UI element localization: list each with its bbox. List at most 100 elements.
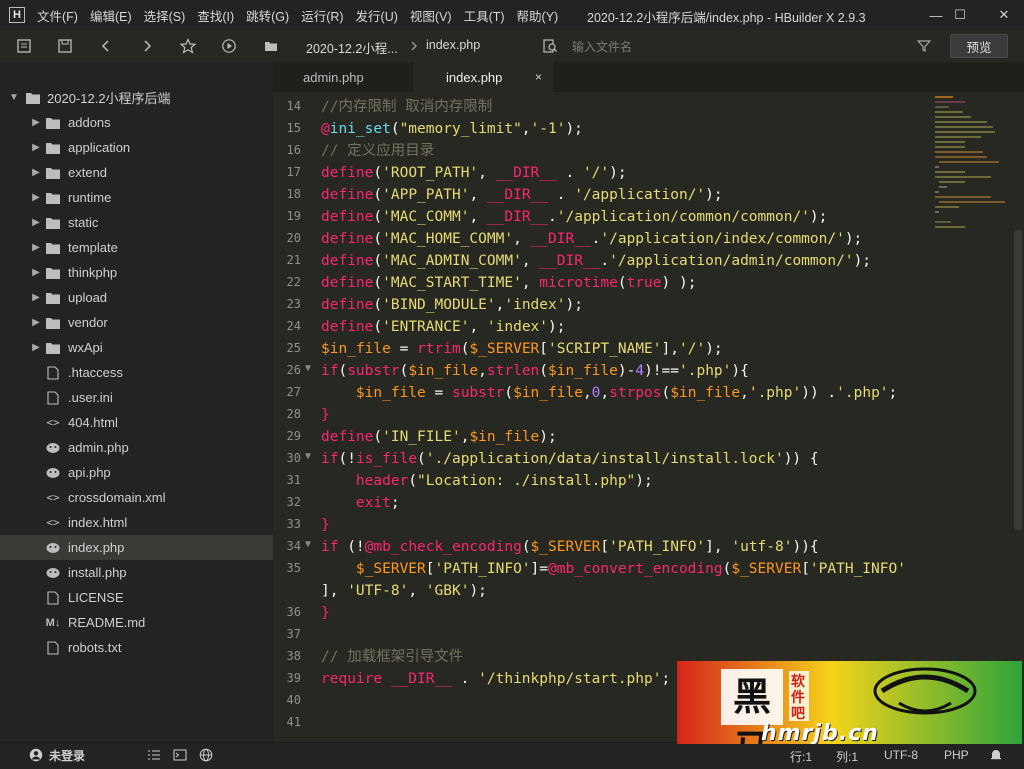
- code-line[interactable]: 16 // 定义应用目录: [273, 140, 933, 162]
- tree-item[interactable]: admin.php: [0, 435, 273, 460]
- code-line[interactable]: ], 'UTF-8', 'GBK');: [273, 580, 933, 602]
- minimap[interactable]: [935, 96, 1015, 231]
- menu-item[interactable]: 跳转(G): [240, 6, 295, 25]
- chevron-right-icon[interactable]: ▶: [31, 342, 41, 353]
- file-encoding[interactable]: UTF-8: [884, 748, 918, 762]
- tree-item[interactable]: ▶ vendor: [0, 310, 273, 335]
- tree-item[interactable]: index.php: [0, 535, 273, 560]
- code-line[interactable]: 21 define('MAC_ADMIN_COMM', __DIR__.'/app…: [273, 250, 933, 272]
- tree-item[interactable]: robots.txt: [0, 635, 273, 660]
- fold-icon[interactable]: ▼: [305, 539, 311, 550]
- code-line[interactable]: 30 ▼ if(!is_file('./application/data/insta…: [273, 448, 933, 470]
- chevron-right-icon[interactable]: ▶: [31, 142, 41, 153]
- save-icon[interactable]: [55, 36, 75, 56]
- cursor-column[interactable]: 列:1: [836, 748, 858, 765]
- code-line[interactable]: 33}: [273, 514, 933, 536]
- chevron-right-icon[interactable]: ▶: [31, 242, 41, 253]
- notification-icon[interactable]: [986, 745, 1006, 765]
- tree-item[interactable]: ▶ application: [0, 135, 273, 160]
- file-search-input[interactable]: [570, 36, 904, 58]
- tree-item[interactable]: ▶ wxApi: [0, 335, 273, 360]
- tree-item[interactable]: <> index.html: [0, 510, 273, 535]
- globe-icon[interactable]: [196, 745, 216, 765]
- chevron-right-icon[interactable]: ▶: [31, 317, 41, 328]
- fold-icon[interactable]: ▼: [305, 363, 311, 374]
- back-icon[interactable]: [96, 36, 116, 56]
- tree-item[interactable]: ▶ template: [0, 235, 273, 260]
- tab-index-php[interactable]: index.php ×: [413, 62, 553, 92]
- code-line[interactable]: 36}: [273, 602, 933, 624]
- menu-item[interactable]: 选择(S): [138, 6, 192, 25]
- tree-item[interactable]: LICENSE: [0, 585, 273, 610]
- tree-item[interactable]: .user.ini: [0, 385, 273, 410]
- tree-item[interactable]: ▶ extend: [0, 160, 273, 185]
- tree-item[interactable]: ▶ upload: [0, 285, 273, 310]
- tree-item[interactable]: ▶ runtime: [0, 185, 273, 210]
- tree-item[interactable]: ▶ addons: [0, 110, 273, 135]
- menu-item[interactable]: 查找(I): [191, 6, 240, 25]
- code-line[interactable]: 19 define('MAC_COMM', __DIR__.'/applicati…: [273, 206, 933, 228]
- menu-item[interactable]: 发行(U): [350, 6, 404, 25]
- menu-item[interactable]: 工具(T): [458, 6, 511, 25]
- chevron-down-icon[interactable]: ▼: [9, 92, 19, 103]
- run-icon[interactable]: [219, 36, 239, 56]
- filter-icon[interactable]: [914, 36, 934, 56]
- tree-item[interactable]: M↓ README.md: [0, 610, 273, 635]
- code-line[interactable]: 18 define('APP_PATH', __DIR__ . '/applica…: [273, 184, 933, 206]
- tree-item[interactable]: ▶ thinkphp: [0, 260, 273, 285]
- code-editor[interactable]: 14//内存限制 取消内存限制 15 @ini_set("memory_limit"…: [273, 92, 1024, 742]
- cursor-line[interactable]: 行:1: [790, 748, 812, 765]
- code-line[interactable]: 28}: [273, 404, 933, 426]
- chevron-right-icon[interactable]: ▶: [31, 117, 41, 128]
- code-line[interactable]: 17 define('ROOT_PATH', __DIR__ . '/');: [273, 162, 933, 184]
- code-line[interactable]: 26 ▼ if(substr($in_file,strlen($in_file)-4…: [273, 360, 933, 382]
- code-line[interactable]: 15 @ini_set("memory_limit",'-1');: [273, 118, 933, 140]
- forward-icon[interactable]: [137, 36, 157, 56]
- code-line[interactable]: 25 $in_file = rtrim($_SERVER['SCRIPT_NAME…: [273, 338, 933, 360]
- code-line[interactable]: 34 ▼ if (!@mb_check_encoding($_SERVER['PAT…: [273, 536, 933, 558]
- tree-item[interactable]: api.php: [0, 460, 273, 485]
- chevron-right-icon[interactable]: ▶: [31, 167, 41, 178]
- code-line[interactable]: 37: [273, 624, 933, 646]
- chevron-right-icon[interactable]: ▶: [31, 217, 41, 228]
- maximize-button[interactable]: ☐: [938, 0, 982, 30]
- tree-item[interactable]: <> 404.html: [0, 410, 273, 435]
- close-window-button[interactable]: ✕: [982, 0, 1024, 30]
- chevron-right-icon[interactable]: ▶: [31, 292, 41, 303]
- login-status[interactable]: 未登录: [49, 747, 85, 764]
- menu-item[interactable]: 编辑(E): [84, 6, 138, 25]
- user-icon[interactable]: [26, 745, 46, 765]
- tree-item[interactable]: .htaccess: [0, 360, 273, 385]
- tab-admin-php[interactable]: admin.php: [273, 62, 413, 92]
- breadcrumb-project[interactable]: 2020-12.2小程...: [306, 38, 398, 57]
- editor-scrollbar[interactable]: [1014, 230, 1022, 530]
- chevron-right-icon[interactable]: ▶: [31, 192, 41, 203]
- close-tab-icon[interactable]: ×: [535, 70, 542, 84]
- project-root[interactable]: ▼ 2020-12.2小程序后端: [0, 85, 273, 110]
- list-icon[interactable]: [144, 745, 164, 765]
- preview-button[interactable]: 预览: [950, 34, 1008, 58]
- code-line[interactable]: 22 define('MAC_START_TIME', microtime(tru…: [273, 272, 933, 294]
- code-line[interactable]: 14 //内存限制 取消内存限制: [273, 96, 933, 118]
- breadcrumb-file[interactable]: index.php: [426, 38, 480, 52]
- menu-item[interactable]: 运行(R): [295, 6, 349, 25]
- code-line[interactable]: 23 define('BIND_MODULE','index');: [273, 294, 933, 316]
- project-manager-icon[interactable]: [14, 36, 34, 56]
- menu-item[interactable]: 帮助(Y): [511, 6, 565, 25]
- file-language[interactable]: PHP: [944, 748, 969, 762]
- code-line[interactable]: 31 header("Location: ./install.php");: [273, 470, 933, 492]
- code-line[interactable]: 20 define('MAC_HOME_COMM', __DIR__.'/appl…: [273, 228, 933, 250]
- tree-item[interactable]: <> crossdomain.xml: [0, 485, 273, 510]
- code-line[interactable]: 27 $in_file = substr($in_file,0,strpos($…: [273, 382, 933, 404]
- hbuilder-logo-icon[interactable]: H: [9, 7, 25, 23]
- star-icon[interactable]: [178, 36, 198, 56]
- tree-item[interactable]: ▶ static: [0, 210, 273, 235]
- code-line[interactable]: 29 define('IN_FILE',$in_file);: [273, 426, 933, 448]
- code-line[interactable]: 32 exit;: [273, 492, 933, 514]
- fold-icon[interactable]: ▼: [305, 451, 311, 462]
- menu-item[interactable]: 文件(F): [31, 6, 84, 25]
- chevron-right-icon[interactable]: ▶: [31, 267, 41, 278]
- terminal-icon[interactable]: [170, 745, 190, 765]
- tree-item[interactable]: install.php: [0, 560, 273, 585]
- menu-item[interactable]: 视图(V): [404, 6, 458, 25]
